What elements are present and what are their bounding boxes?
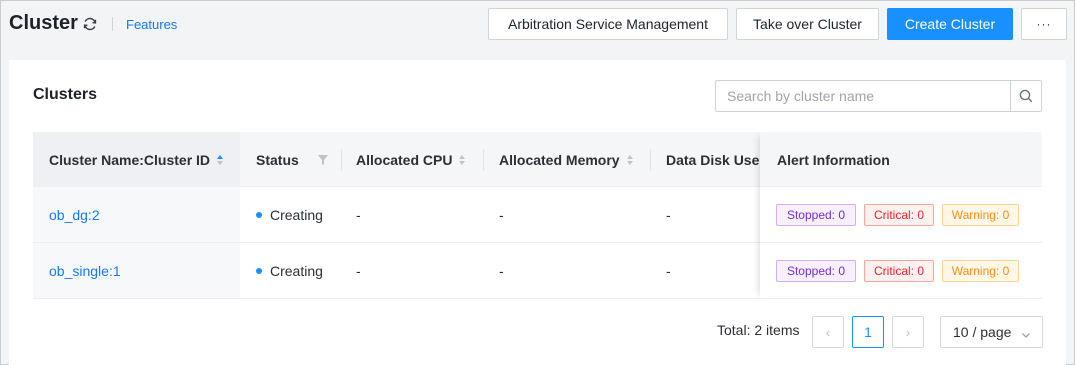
next-page-button[interactable]: › xyxy=(892,316,924,348)
page-size-value: 10 / page xyxy=(953,324,1012,340)
sort-icon[interactable] xyxy=(216,154,224,166)
page-header: Cluster Features Arbitration Service Man… xyxy=(1,1,1074,47)
arbitration-service-button[interactable]: Arbitration Service Management xyxy=(488,8,728,40)
alert-cell: Stopped: 0 Critical: 0 Warning: 0 xyxy=(760,243,1042,299)
column-header-alert-information: Alert Information xyxy=(777,151,890,168)
page-1-button[interactable]: 1 xyxy=(852,316,884,348)
column-separator xyxy=(650,149,651,171)
column-label: Data Disk Used xyxy=(666,151,760,168)
filter-icon[interactable] xyxy=(317,153,329,171)
alert-cell: Stopped: 0 Critical: 0 Warning: 0 xyxy=(760,187,1042,243)
column-header-status[interactable]: Status xyxy=(256,132,299,187)
allocated-cpu-cell: - xyxy=(356,262,361,279)
sort-icon[interactable] xyxy=(458,154,466,166)
status-cell: Creating xyxy=(256,187,323,242)
take-over-cluster-button[interactable]: Take over Cluster xyxy=(736,8,879,40)
refresh-icon[interactable] xyxy=(82,16,98,32)
clusters-panel: Clusters Cluster Name:Cluster ID Status xyxy=(9,60,1066,365)
critical-badge: Critical: 0 xyxy=(864,204,934,226)
status-cell: Creating xyxy=(256,243,323,298)
column-header-data-disk-used[interactable]: Data Disk Used xyxy=(666,132,760,187)
cluster-name-link[interactable]: ob_single:1 xyxy=(49,243,121,298)
column-label: Cluster Name:Cluster ID xyxy=(49,151,211,168)
allocated-memory-cell: - xyxy=(499,262,504,279)
search-input[interactable] xyxy=(716,81,1010,111)
warning-badge: Warning: 0 xyxy=(942,260,1019,282)
cluster-name-link[interactable]: ob_dg:2 xyxy=(49,187,100,242)
clusters-table: Cluster Name:Cluster ID Status Allocated… xyxy=(33,132,1042,299)
search-box xyxy=(715,80,1042,112)
panel-title: Clusters xyxy=(33,86,98,103)
chevron-down-icon xyxy=(1021,327,1031,343)
pagination-total: Total: 2 items xyxy=(717,322,800,338)
column-separator xyxy=(341,149,342,171)
warning-badge: Warning: 0 xyxy=(942,204,1019,226)
search-icon[interactable] xyxy=(1010,81,1041,111)
status-text: Creating xyxy=(270,206,323,223)
allocated-cpu-cell: - xyxy=(356,206,361,223)
critical-badge: Critical: 0 xyxy=(864,260,934,282)
prev-page-button[interactable]: ‹ xyxy=(812,316,844,348)
data-disk-used-cell: - xyxy=(666,206,671,223)
create-cluster-button[interactable]: Create Cluster xyxy=(887,8,1013,40)
allocated-memory-cell: - xyxy=(499,206,504,223)
column-label: Allocated CPU xyxy=(356,151,453,168)
column-header-cluster-name[interactable]: Cluster Name:Cluster ID xyxy=(49,132,224,187)
features-link[interactable]: Features xyxy=(126,17,177,32)
column-header-allocated-memory[interactable]: Allocated Memory xyxy=(499,132,634,187)
more-icon[interactable]: ··· xyxy=(1021,8,1067,40)
alert-information-column: Alert Information Stopped: 0 Critical: 0… xyxy=(760,132,1042,299)
status-dot xyxy=(256,211,262,218)
page-size-select[interactable]: 10 / page xyxy=(940,316,1043,348)
stopped-badge: Stopped: 0 xyxy=(776,260,856,282)
data-disk-used-cell: - xyxy=(666,262,671,279)
page-title: Cluster xyxy=(9,12,78,34)
column-header-allocated-cpu[interactable]: Allocated CPU xyxy=(356,132,466,187)
column-label: Allocated Memory xyxy=(499,151,620,168)
header-divider xyxy=(112,17,113,31)
column-separator xyxy=(483,149,484,171)
stopped-badge: Stopped: 0 xyxy=(776,204,856,226)
sort-icon[interactable] xyxy=(626,154,634,166)
status-dot xyxy=(256,267,262,274)
status-text: Creating xyxy=(270,262,323,279)
column-label: Status xyxy=(256,151,299,168)
